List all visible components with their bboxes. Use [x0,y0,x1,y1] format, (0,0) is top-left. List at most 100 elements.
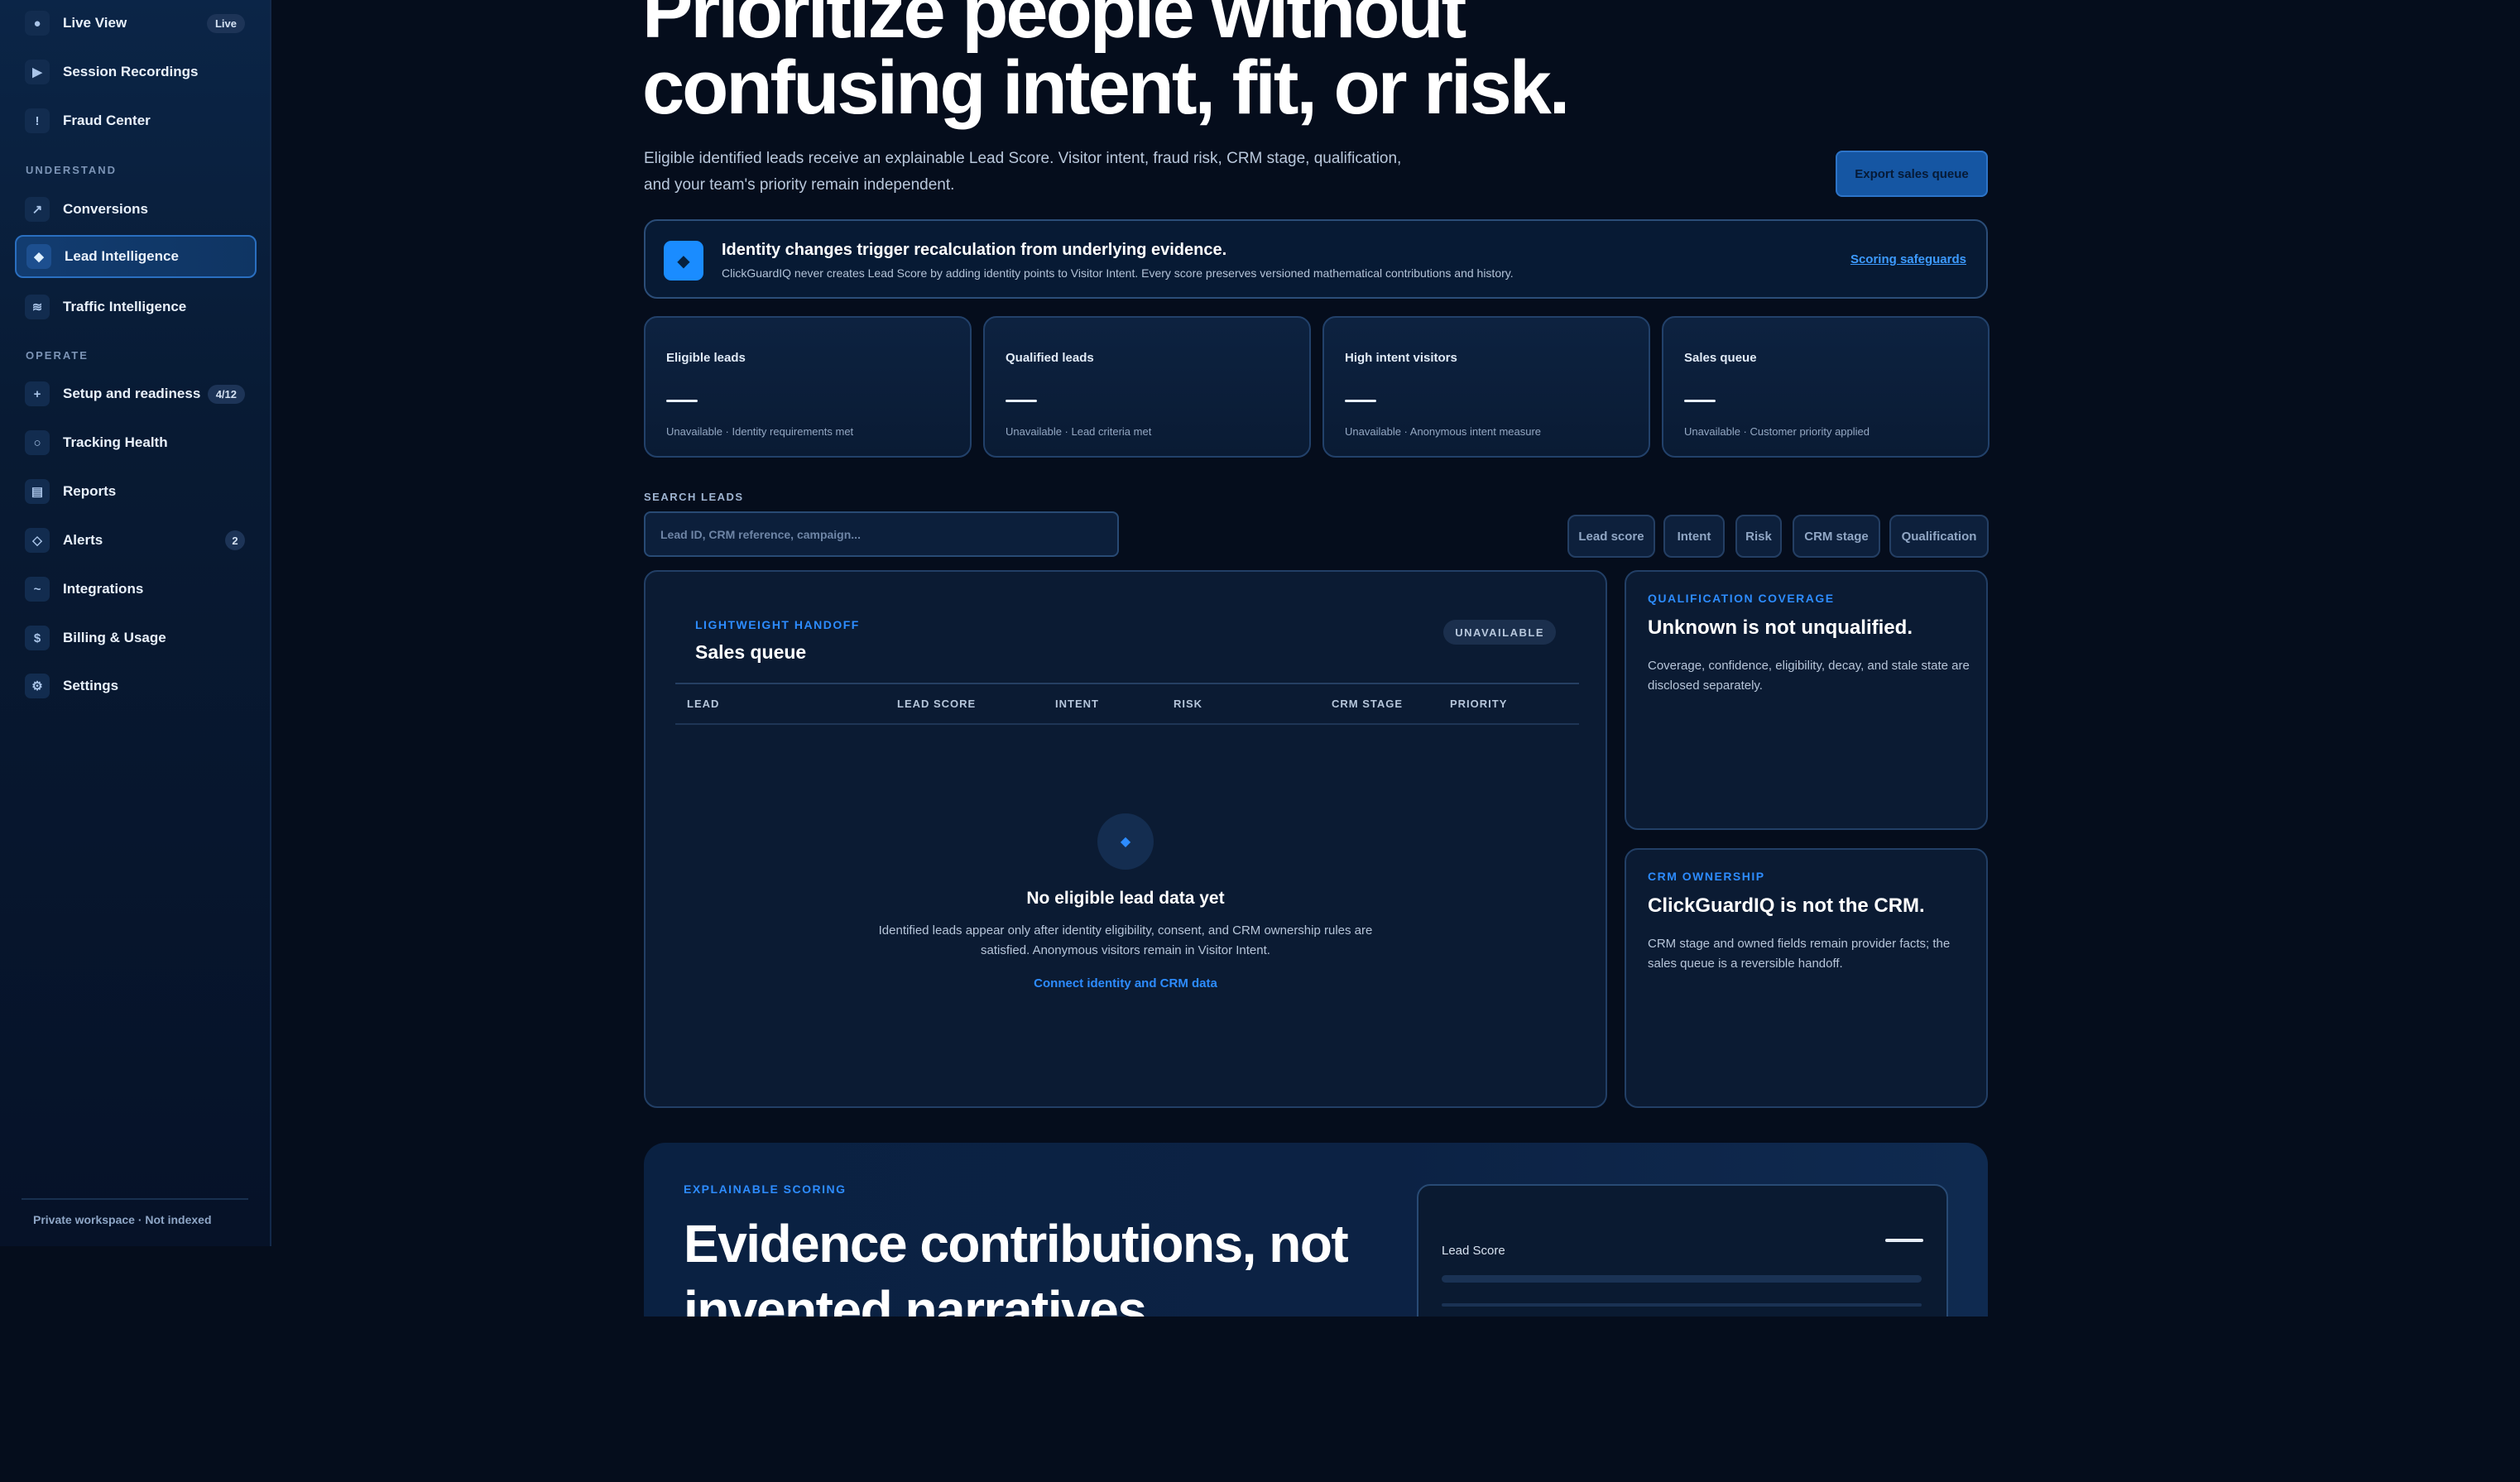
stat-note: Unavailable · Anonymous intent measure [1345,425,1542,438]
sidebar-item-label: Conversions [63,201,148,217]
link-icon: ~ [25,577,50,602]
score-bar-placeholder [1442,1303,1922,1307]
waves-icon: ≋ [25,295,50,319]
empty-state-title: No eligible lead data yet [1026,889,1225,908]
scoring-safeguards-link[interactable]: Scoring safeguards [1850,252,1966,266]
filter-crm-stage-button[interactable]: CRM stage [1793,515,1880,558]
filter-risk-button[interactable]: Risk [1735,515,1782,558]
banner-subtitle: ClickGuardIQ never creates Lead Score by… [722,266,1514,280]
page-title: Prioritize people without confusing inte… [642,0,1635,126]
qualification-coverage-card: QUALIFICATION COVERAGE Unknown is not un… [1625,570,1988,830]
column-header-priority[interactable]: PRIORITY [1450,698,1507,710]
sidebar-item-label: Live View [63,15,127,31]
alerts-count-badge: 2 [225,530,245,550]
explainable-scoring-section: EXPLAINABLE SCORING Evidence contributio… [644,1143,1988,1317]
plus-icon: + [25,381,50,406]
sidebar-item-label: Alerts [63,532,103,548]
alert-icon: ! [25,108,50,133]
lead-score-preview-card: Lead Score [1417,1184,1948,1317]
filter-lead-score-button[interactable]: Lead score [1567,515,1655,558]
card-eyebrow: QUALIFICATION COVERAGE [1648,592,1835,605]
dot-icon: ● [25,11,50,36]
diamond-icon: ◆ [664,241,703,281]
column-header-crm-stage[interactable]: CRM STAGE [1332,698,1403,710]
stat-label: Sales queue [1684,351,1757,365]
stat-card-high-intent-visitors: High intent visitors Unavailable · Anony… [1322,316,1650,458]
sidebar-item-integrations[interactable]: ~ Integrations [15,568,257,611]
gear-icon: ⚙ [25,674,50,698]
search-leads-label: SEARCH LEADS [644,491,744,503]
stat-value-empty [1684,400,1716,402]
banner-title: Identity changes trigger recalculation f… [722,241,1227,259]
column-header-lead[interactable]: LEAD [687,698,719,710]
filter-qualification-button[interactable]: Qualification [1889,515,1989,558]
section-eyebrow: EXPLAINABLE SCORING [684,1182,847,1196]
page-description-line-1: Eligible identified leads receive an exp… [644,150,1402,167]
sidebar-item-conversions[interactable]: ↗ Conversions [15,188,257,231]
sidebar: ● Live View Live ▶ Session Recordings ! … [0,0,271,1246]
sidebar-item-tracking-health[interactable]: ○ Tracking Health [15,421,257,464]
stat-note: Unavailable · Identity requirements met [666,425,854,438]
section-understand: UNDERSTAND [26,164,118,176]
stat-value-empty [1345,400,1376,402]
export-sales-queue-button[interactable]: Export sales queue [1836,151,1988,197]
empty-state-diamond-icon: ◆ [1097,813,1154,870]
circle-icon: ○ [25,430,50,455]
card-description: CRM stage and owned fields remain provid… [1648,937,1951,971]
crm-ownership-card: CRM OWNERSHIP ClickGuardIQ is not the CR… [1625,848,1988,1108]
card-eyebrow: CRM OWNERSHIP [1648,870,1765,883]
search-leads-input[interactable] [644,511,1119,557]
page-description-line-2: and your team's priority remain independ… [644,176,955,194]
stat-card-eligible-leads: Eligible leads Unavailable · Identity re… [644,316,972,458]
filter-intent-button[interactable]: Intent [1663,515,1725,558]
card-title: Unknown is not unqualified. [1648,616,1913,639]
diamond-icon: ◆ [26,244,51,269]
column-header-lead-score[interactable]: LEAD SCORE [897,698,976,710]
dollar-icon: $ [25,626,50,650]
sidebar-item-label: Setup and readiness [63,386,201,401]
report-icon: ▤ [25,479,50,504]
sidebar-item-label: Tracking Health [63,434,168,450]
table-header-divider [675,683,1579,684]
lead-score-label: Lead Score [1442,1244,1505,1258]
sidebar-item-label: Integrations [63,581,144,597]
section-operate: OPERATE [26,349,89,362]
section-title: Evidence contributions, not invented nar… [684,1214,1349,1317]
sales-queue-panel: LIGHTWEIGHT HANDOFF Sales queue UNAVAILA… [644,570,1607,1108]
column-header-risk[interactable]: RISK [1174,698,1202,710]
stat-value-empty [666,400,698,402]
sidebar-item-label: Settings [63,678,119,693]
setup-progress-badge: 4/12 [207,384,245,404]
sidebar-item-live-view[interactable]: ● Live View Live [15,2,257,45]
sidebar-item-label: Fraud Center [63,113,151,128]
sidebar-item-settings[interactable]: ⚙ Settings [15,664,257,707]
page-title-line-2: confusing intent, fit, or risk. [642,46,1570,130]
column-header-intent[interactable]: INTENT [1055,698,1099,710]
stat-label: Eligible leads [666,351,746,365]
sidebar-item-fraud-center[interactable]: ! Fraud Center [15,99,257,142]
live-badge: Live [206,13,245,33]
diamond-outline-icon: ◇ [25,528,50,553]
empty-state-description: Identified leads appear only after ident… [878,923,1373,957]
sidebar-item-billing-usage[interactable]: $ Billing & Usage [15,616,257,659]
recalculation-banner: ◆ Identity changes trigger recalculation… [644,219,1988,299]
play-icon: ▶ [25,60,50,84]
connect-identity-crm-link[interactable]: Connect identity and CRM data [646,976,1606,990]
stat-card-sales-queue: Sales queue Unavailable · Customer prior… [1662,316,1990,458]
stat-value-empty [1006,400,1037,402]
sidebar-item-alerts[interactable]: ◇ Alerts 2 [15,519,257,562]
stat-card-qualified-leads: Qualified leads Unavailable · Lead crite… [983,316,1311,458]
stat-label: Qualified leads [1006,351,1094,365]
sidebar-item-lead-intelligence[interactable]: ◆ Lead Intelligence [15,235,257,278]
stat-note: Unavailable · Lead criteria met [1006,425,1152,438]
stat-note: Unavailable · Customer priority applied [1684,425,1870,438]
sidebar-item-session-recordings[interactable]: ▶ Session Recordings [15,50,257,94]
sidebar-item-label: Traffic Intelligence [63,299,187,314]
page-description: Eligible identified leads receive an exp… [644,146,1422,199]
card-title: ClickGuardIQ is not the CRM. [1648,894,1925,917]
sidebar-item-traffic-intelligence[interactable]: ≋ Traffic Intelligence [15,285,257,329]
queue-eyebrow: LIGHTWEIGHT HANDOFF [695,618,860,631]
sidebar-item-setup-readiness[interactable]: + Setup and readiness 4/12 [15,372,257,415]
table-header-divider [675,723,1579,725]
sidebar-item-reports[interactable]: ▤ Reports [15,470,257,513]
